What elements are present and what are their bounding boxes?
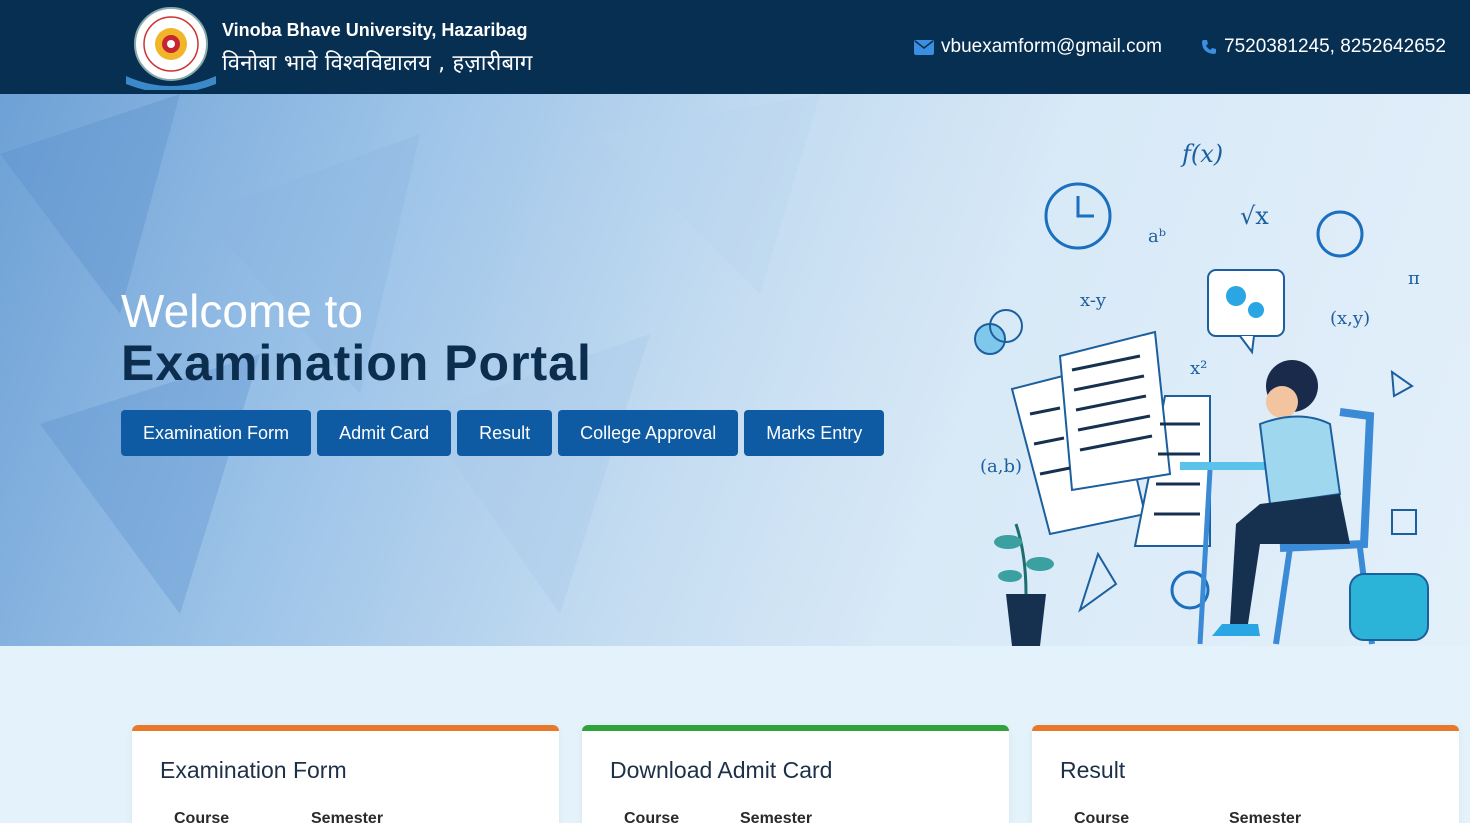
college-approval-button[interactable]: College Approval — [558, 410, 739, 456]
semester-column-header: Semester — [311, 810, 384, 823]
phone-icon — [1202, 40, 1216, 54]
svg-text:(x,y): (x,y) — [1330, 308, 1370, 329]
semester-column-header: Semester — [740, 810, 813, 823]
admit-card-card: Download Admit Card Course Semester — [582, 725, 1009, 823]
result-button[interactable]: Result — [457, 410, 553, 456]
admit-card-button[interactable]: Admit Card — [317, 410, 452, 456]
marks-entry-button[interactable]: Marks Entry — [744, 410, 885, 456]
result-card: Result Course Semester — [1032, 725, 1459, 823]
card-title: Examination Form — [160, 757, 347, 783]
welcome-text: Welcome to — [121, 285, 364, 337]
email-contact-link[interactable]: vbuexamform@gmail.com — [914, 36, 1162, 58]
svg-text:x-y: x-y — [1080, 290, 1107, 311]
university-name-english: Vinoba Bhave University, Hazaribag — [222, 20, 528, 40]
top-header: Vinoba Bhave University, Hazaribag विनोब… — [0, 0, 1470, 94]
envelope-icon — [914, 39, 934, 55]
semester-column-header: Semester — [1229, 810, 1302, 823]
hero-button-row: Examination Form Admit Card Result Colle… — [121, 410, 885, 456]
examination-form-button[interactable]: Examination Form — [121, 410, 312, 456]
course-column-header: Course — [1074, 810, 1130, 823]
card-title: Result — [1060, 757, 1126, 783]
svg-text:f(x): f(x) — [1180, 140, 1223, 168]
university-name-hindi: विनोबा भावे विश्वविद्यालय , हज़ारीबाग — [222, 51, 533, 76]
email-text: vbuexamform@gmail.com — [941, 36, 1162, 57]
svg-text:(a,b): (a,b) — [980, 456, 1022, 477]
university-logo — [126, 7, 216, 90]
svg-text:aᵇ: aᵇ — [1148, 226, 1166, 247]
hero-banner: Welcome to Examination Portal Examinatio… — [0, 94, 1470, 646]
examination-form-card: Examination Form Course Semester — [132, 725, 559, 823]
svg-text:x²: x² — [1190, 358, 1207, 379]
phone-contact-link[interactable]: 7520381245, 8252642652 — [1201, 36, 1446, 58]
svg-text:√x: √x — [1240, 202, 1269, 230]
svg-text:π: π — [1408, 268, 1420, 289]
portal-title: Examination Portal — [121, 335, 592, 391]
course-column-header: Course — [624, 810, 680, 823]
student-illustration: f(x) √x aᵇ x-y (x,y) x² (a,b) π — [974, 140, 1429, 646]
course-column-header: Course — [174, 810, 230, 823]
card-title: Download Admit Card — [610, 757, 833, 783]
phone-text: 7520381245, 8252642652 — [1224, 36, 1446, 57]
